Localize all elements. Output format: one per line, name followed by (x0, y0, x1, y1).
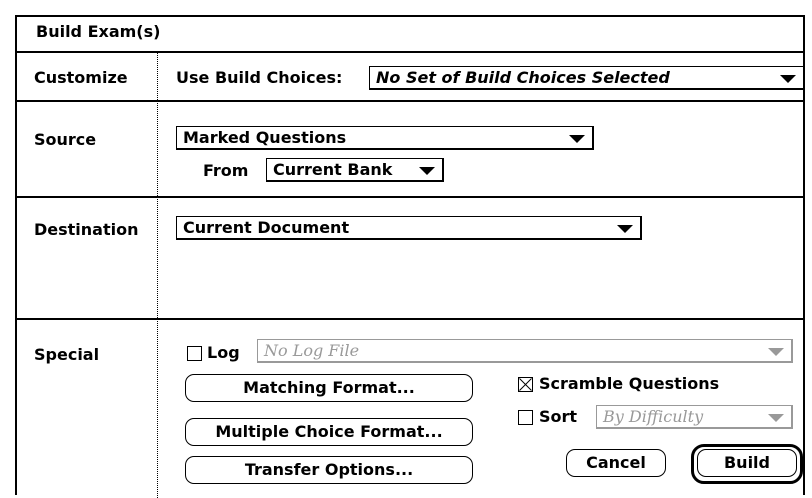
sort-value: By Difficulty (603, 407, 704, 426)
cancel-button[interactable]: Cancel (566, 449, 666, 477)
source-label: Source (34, 130, 97, 149)
divider-customize (17, 100, 805, 102)
build-choices-value: No Set of Build Choices Selected (376, 68, 670, 87)
sort-popup[interactable]: By Difficulty (596, 405, 793, 429)
use-build-choices-label: Use Build Choices: (176, 68, 343, 87)
column-separator (157, 53, 158, 498)
matching-format-button[interactable]: Matching Format... (185, 374, 473, 402)
from-label: From (203, 161, 249, 180)
popup-arrow-icon (569, 135, 585, 143)
transfer-options-button[interactable]: Transfer Options... (185, 456, 473, 484)
divider-destination (17, 318, 805, 320)
sort-label: Sort (539, 407, 578, 426)
from-value: Current Bank (273, 160, 393, 179)
log-file-popup[interactable]: No Log File (257, 339, 793, 363)
source-popup[interactable]: Marked Questions (176, 126, 594, 150)
scramble-checkbox[interactable] (518, 377, 533, 392)
log-checkbox[interactable] (187, 346, 202, 361)
customize-label: Customize (34, 68, 128, 87)
destination-value: Current Document (183, 218, 350, 237)
sort-checkbox[interactable] (518, 410, 533, 425)
log-file-value: No Log File (264, 341, 360, 360)
destination-label: Destination (34, 220, 139, 239)
build-button[interactable]: Build (697, 449, 797, 477)
popup-arrow-icon (768, 348, 784, 356)
scramble-label: Scramble Questions (539, 374, 720, 393)
from-popup[interactable]: Current Bank (266, 158, 444, 182)
destination-popup[interactable]: Current Document (176, 216, 642, 240)
popup-arrow-icon (419, 167, 435, 175)
popup-arrow-icon (780, 75, 796, 83)
build-choices-popup[interactable]: No Set of Build Choices Selected (369, 66, 805, 90)
divider-title (17, 51, 805, 53)
log-label: Log (207, 343, 240, 362)
dialog-title: Build Exam(s) (36, 22, 161, 41)
special-label: Special (34, 345, 100, 364)
divider-source (17, 196, 805, 198)
popup-arrow-icon (768, 414, 784, 422)
popup-arrow-icon (617, 225, 633, 233)
multiple-choice-format-button[interactable]: Multiple Choice Format... (185, 418, 473, 446)
source-value: Marked Questions (183, 128, 347, 147)
